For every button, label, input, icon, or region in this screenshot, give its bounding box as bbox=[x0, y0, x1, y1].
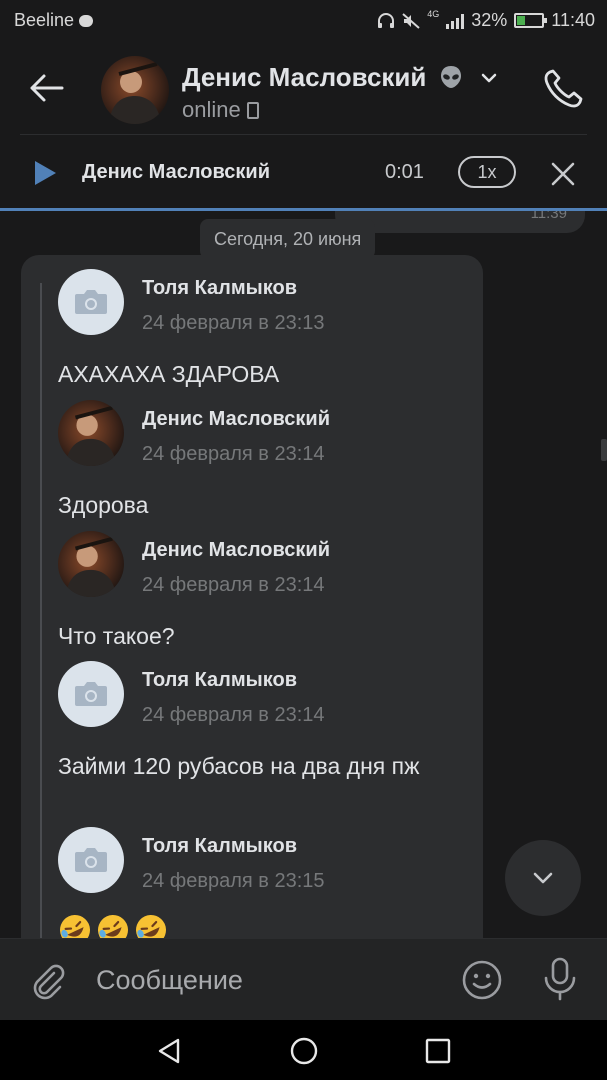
mic-icon[interactable] bbox=[540, 956, 580, 1002]
back-arrow-icon[interactable] bbox=[22, 68, 70, 108]
forward-author[interactable]: Денис Масловский bbox=[142, 539, 330, 562]
nav-back-icon[interactable] bbox=[154, 1036, 184, 1066]
status-icons: 4G 32% 11:40 bbox=[377, 10, 595, 31]
avatar[interactable] bbox=[58, 661, 124, 727]
battery-icon bbox=[514, 13, 548, 28]
carrier-label: Beeline bbox=[14, 10, 75, 30]
rolling-laughing-emoji-icon bbox=[98, 915, 128, 938]
network-type: 4G bbox=[427, 9, 440, 19]
rolling-laughing-emoji-icon bbox=[60, 915, 90, 938]
forward-date: 24 февраля в 23:15 bbox=[142, 870, 325, 892]
header-divider bbox=[20, 134, 587, 135]
avatar-photo bbox=[101, 56, 169, 124]
nav-recents-icon[interactable] bbox=[424, 1037, 452, 1065]
scroll-to-bottom-button[interactable] bbox=[505, 840, 581, 916]
audio-time: 0:01 bbox=[385, 161, 424, 183]
system-nav-bar bbox=[0, 1020, 607, 1080]
network-indicator: 4G bbox=[427, 10, 439, 31]
phone-icon[interactable] bbox=[540, 66, 586, 112]
camera-icon bbox=[75, 682, 107, 706]
rolling-laughing-emoji-icon bbox=[136, 915, 166, 938]
message-composer bbox=[0, 938, 607, 1020]
forward-author[interactable]: Денис Масловский bbox=[142, 408, 330, 431]
forward-quote-line bbox=[40, 283, 42, 938]
playback-speed-button[interactable]: 1x bbox=[458, 156, 516, 188]
audio-title: Денис Масловский bbox=[82, 161, 270, 183]
contact-name: Денис Масловский bbox=[182, 62, 427, 92]
message-input[interactable] bbox=[96, 959, 436, 1001]
forward-date: 24 февраля в 23:14 bbox=[142, 704, 325, 726]
alien-icon bbox=[440, 66, 461, 88]
chevron-down-icon[interactable] bbox=[479, 68, 499, 88]
message-list[interactable]: 11:39 Сегодня, 20 июня Толя Калмыков 24 … bbox=[0, 211, 607, 938]
play-icon[interactable] bbox=[32, 159, 58, 187]
battery-percent: 32% bbox=[471, 10, 508, 30]
chat-header: Денис Масловский online bbox=[0, 42, 607, 136]
camera-icon bbox=[75, 848, 107, 872]
forward-text: Что такое? bbox=[58, 623, 175, 649]
forward-date: 24 февраля в 23:14 bbox=[142, 443, 325, 465]
contact-status-row: online bbox=[182, 97, 259, 123]
status-bar: Beeline 4G 32% 11:40 bbox=[0, 0, 607, 42]
contact-avatar[interactable] bbox=[101, 56, 169, 124]
notification-icon bbox=[79, 15, 94, 27]
signal-icon bbox=[446, 13, 465, 29]
scrollbar-thumb[interactable] bbox=[601, 439, 607, 461]
date-separator: Сегодня, 20 июня bbox=[200, 219, 376, 259]
avatar-photo bbox=[58, 531, 124, 597]
forward-text: Здорова bbox=[58, 492, 149, 518]
audio-player-bar[interactable]: Денис Масловский 0:01 1x bbox=[0, 137, 607, 208]
forward-text: АХАХАХА ЗДАРОВА bbox=[58, 361, 280, 387]
nav-home-icon[interactable] bbox=[289, 1036, 319, 1066]
battery-fill bbox=[517, 16, 526, 25]
message-bubble[interactable]: Толя Калмыков 24 февраля в 23:13 АХАХАХА… bbox=[21, 255, 483, 938]
forward-text: Займи 120 рубасов на два дня пж bbox=[58, 753, 420, 779]
contact-name-row[interactable]: Денис Масловский bbox=[182, 62, 499, 93]
chevron-down-icon bbox=[533, 872, 553, 884]
avatar[interactable] bbox=[58, 400, 124, 466]
avatar[interactable] bbox=[58, 827, 124, 893]
forward-author[interactable]: Толя Калмыков bbox=[142, 669, 297, 692]
previous-message-time: 11:39 bbox=[530, 211, 567, 222]
forward-author[interactable]: Толя Калмыков bbox=[142, 835, 297, 858]
forward-author[interactable]: Толя Калмыков bbox=[142, 277, 297, 300]
sticker-icon[interactable] bbox=[460, 958, 504, 1002]
carrier: Beeline bbox=[14, 10, 94, 31]
attach-icon[interactable] bbox=[28, 961, 68, 1001]
camera-icon bbox=[75, 290, 107, 314]
forward-date: 24 февраля в 23:13 bbox=[142, 312, 325, 334]
clock: 11:40 bbox=[551, 10, 595, 30]
forward-date: 24 февраля в 23:14 bbox=[142, 574, 325, 596]
forward-emojis bbox=[58, 913, 458, 938]
avatar[interactable] bbox=[58, 531, 124, 597]
headset-icon bbox=[378, 12, 395, 28]
mobile-device-icon bbox=[246, 102, 259, 119]
avatar-photo bbox=[58, 400, 124, 466]
close-icon[interactable] bbox=[550, 161, 576, 187]
mute-icon bbox=[402, 12, 420, 29]
contact-status: online bbox=[182, 97, 241, 122]
avatar[interactable] bbox=[58, 269, 124, 335]
